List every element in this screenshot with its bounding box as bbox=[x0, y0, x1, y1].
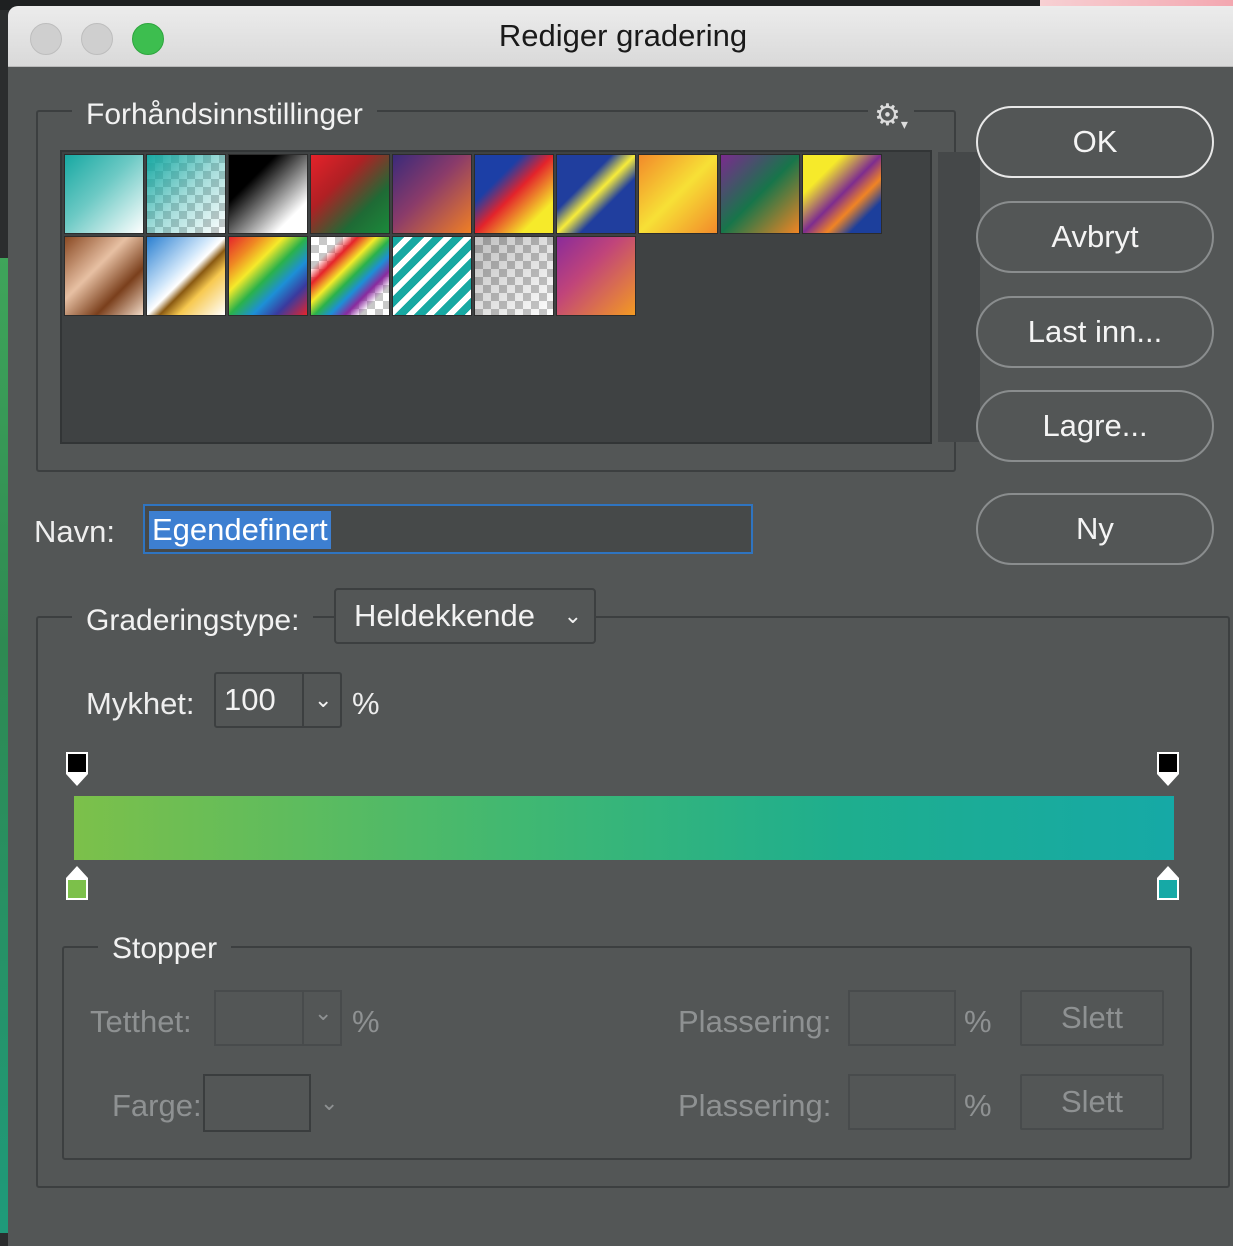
preset-swatch[interactable] bbox=[310, 154, 390, 234]
opacity-label: Tetthet: bbox=[90, 1004, 192, 1039]
stop-pointer-icon bbox=[1157, 774, 1179, 786]
opacity-stop-swatch bbox=[66, 752, 88, 774]
color-location-label: Plassering: bbox=[678, 1088, 832, 1123]
preset-swatch[interactable] bbox=[556, 154, 636, 234]
load-button[interactable]: Last inn... bbox=[976, 296, 1214, 368]
swatch-scrollbar[interactable] bbox=[938, 152, 980, 442]
preset-swatch[interactable] bbox=[638, 154, 718, 234]
color-stop-left[interactable] bbox=[66, 866, 88, 906]
input-divider bbox=[302, 992, 304, 1044]
opacity-stop-swatch bbox=[1157, 752, 1179, 774]
opacity-input: ⌄ bbox=[214, 990, 342, 1046]
color-location-percent: % bbox=[964, 1088, 992, 1123]
ok-button[interactable]: OK bbox=[976, 106, 1214, 178]
opacity-stop-right[interactable] bbox=[1157, 752, 1179, 788]
opacity-stop-left[interactable] bbox=[66, 752, 88, 788]
window-title: Rediger gradering bbox=[498, 18, 748, 53]
opacity-location-percent: % bbox=[964, 1004, 992, 1039]
title-bar: Rediger gradering bbox=[8, 6, 1233, 67]
color-stop-swatch bbox=[1157, 878, 1179, 900]
preset-swatch[interactable] bbox=[146, 154, 226, 234]
preset-swatch[interactable] bbox=[392, 236, 472, 316]
preset-swatch[interactable] bbox=[802, 154, 882, 234]
color-swatch-field bbox=[203, 1074, 311, 1132]
cancel-button[interactable]: Avbryt bbox=[976, 201, 1214, 273]
preset-swatch[interactable] bbox=[64, 154, 144, 234]
preset-swatch[interactable] bbox=[146, 236, 226, 316]
delete-opacity-stop-button: Slett bbox=[1020, 990, 1164, 1046]
opacity-location-label: Plassering: bbox=[678, 1004, 832, 1039]
chevron-down-icon[interactable]: ⌄ bbox=[314, 674, 332, 726]
input-divider bbox=[302, 674, 304, 726]
opacity-location-input bbox=[848, 990, 956, 1046]
smoothness-percent: % bbox=[352, 686, 380, 721]
gradient-type-value: Heldekkende bbox=[354, 598, 535, 633]
smoothness-value: 100 bbox=[224, 682, 276, 717]
preset-swatch[interactable] bbox=[556, 236, 636, 316]
preset-swatch-list[interactable] bbox=[60, 150, 980, 444]
gear-icon[interactable]: ⚙▾ bbox=[868, 98, 914, 133]
color-stop-right[interactable] bbox=[1157, 866, 1179, 906]
stop-pointer-icon bbox=[66, 866, 88, 878]
chevron-down-icon: ⌄ bbox=[563, 603, 582, 628]
preset-swatch[interactable] bbox=[474, 154, 554, 234]
color-location-input bbox=[848, 1074, 956, 1130]
preset-swatch[interactable] bbox=[720, 154, 800, 234]
chevron-down-icon: ⌄ bbox=[314, 1000, 333, 1025]
preset-swatch[interactable] bbox=[228, 154, 308, 234]
new-button[interactable]: Ny bbox=[976, 493, 1214, 565]
delete-color-stop-button: Slett bbox=[1020, 1074, 1164, 1130]
name-label: Navn: bbox=[34, 514, 115, 549]
smoothness-input[interactable]: 100 ⌄ bbox=[214, 672, 342, 728]
stop-pointer-icon bbox=[66, 774, 88, 786]
preset-swatch[interactable] bbox=[228, 236, 308, 316]
opacity-percent: % bbox=[352, 1004, 380, 1039]
save-button[interactable]: Lagre... bbox=[976, 390, 1214, 462]
stops-legend: Stopper bbox=[98, 932, 232, 966]
name-field-value: Egendefinert bbox=[149, 511, 331, 549]
preset-swatch[interactable] bbox=[474, 236, 554, 316]
gradient-type-label: Graderingstype: bbox=[72, 604, 314, 638]
chevron-down-icon: ⌄ bbox=[320, 1090, 339, 1115]
color-label: Farge: bbox=[112, 1088, 202, 1123]
presets-legend: Forhåndsinnstillinger bbox=[72, 98, 377, 132]
color-stop-swatch bbox=[66, 878, 88, 900]
gradient-editor-dialog: Rediger gradering Forhåndsinnstillinger … bbox=[8, 6, 1233, 1246]
preset-swatch[interactable] bbox=[64, 236, 144, 316]
name-field[interactable]: Egendefinert bbox=[143, 504, 753, 554]
preset-swatch[interactable] bbox=[392, 154, 472, 234]
gradient-type-select[interactable]: Heldekkende ⌄ bbox=[334, 588, 596, 644]
smoothness-label: Mykhet: bbox=[86, 686, 195, 721]
stop-pointer-icon bbox=[1157, 866, 1179, 878]
preset-swatch[interactable] bbox=[310, 236, 390, 316]
gradient-preview-bar[interactable] bbox=[74, 796, 1174, 860]
